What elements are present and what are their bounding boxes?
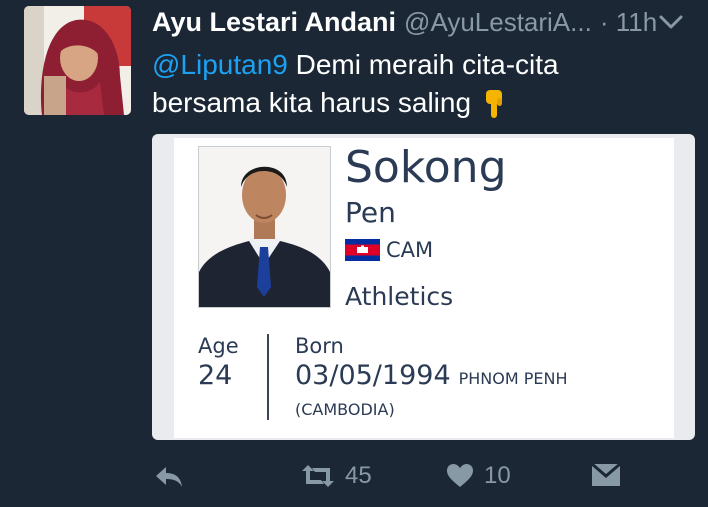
cambodia-flag-icon [345, 239, 380, 261]
tweet-header: Ayu Lestari Andani @AyuLestariA... · 11h [152, 4, 690, 40]
pointing-down-emoji-icon [483, 88, 505, 130]
envelope-icon [590, 462, 622, 488]
athlete-card: Sokong Pen CAM Athletics Age 24 Born 03/… [174, 138, 674, 438]
mention-link[interactable]: @Liputan9 [152, 49, 288, 80]
timestamp[interactable]: · 11h [600, 7, 657, 38]
born-row: 03/05/1994 PHNOM PENH [295, 360, 568, 391]
heart-icon [446, 463, 474, 489]
athlete-surname: Sokong [345, 142, 507, 193]
sport-name: Athletics [345, 282, 454, 311]
avatar[interactable] [24, 6, 131, 115]
direct-message-button[interactable] [590, 462, 622, 488]
born-date: 03/05/1994 [295, 360, 451, 391]
retweet-icon [301, 463, 335, 489]
user-handle[interactable]: @AyuLestariA... [404, 7, 592, 38]
media-card[interactable]: Sokong Pen CAM Athletics Age 24 Born 03/… [152, 134, 695, 440]
reply-button[interactable] [154, 464, 184, 490]
retweet-button[interactable]: 45 [301, 462, 372, 490]
like-button[interactable]: 10 [446, 462, 511, 490]
country-code: CAM [386, 238, 434, 262]
born-country: (CAMBODIA) [295, 400, 395, 419]
display-name[interactable]: Ayu Lestari Andani [152, 7, 396, 38]
athlete-photo [198, 146, 331, 308]
born-label: Born [295, 334, 344, 358]
chevron-down-icon[interactable] [658, 12, 684, 32]
age-value: 24 [198, 360, 233, 391]
tweet-text: @Liputan9 Demi meraih cita-cita bersama … [152, 46, 672, 130]
divider [267, 334, 269, 420]
reply-icon [154, 464, 184, 490]
country-row: CAM [345, 238, 433, 262]
born-city: PHNOM PENH [458, 369, 568, 388]
tweet-actions: 45 10 [0, 458, 708, 498]
retweet-count: 45 [345, 462, 372, 489]
age-label: Age [198, 334, 239, 358]
like-count: 10 [484, 462, 511, 489]
athlete-given-name: Pen [345, 196, 396, 229]
